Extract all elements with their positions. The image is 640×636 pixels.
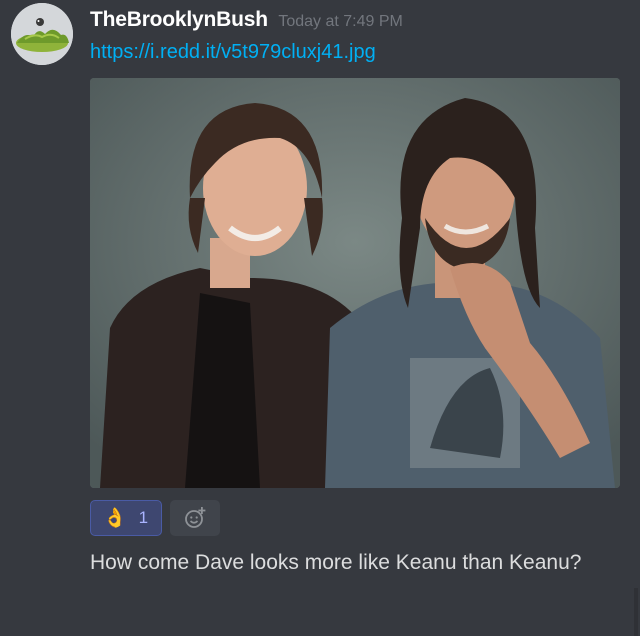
chat-message: TheBrooklynBush Today at 7:49 PM https:/… bbox=[0, 0, 640, 636]
reactions-bar: 👌 1 bbox=[90, 500, 220, 536]
avatar-icon bbox=[11, 3, 73, 65]
image-link[interactable]: https://i.redd.it/v5t979cluxj41.jpg bbox=[90, 41, 376, 64]
message-timestamp: Today at 7:49 PM bbox=[278, 13, 403, 30]
add-reaction-button[interactable] bbox=[170, 500, 220, 536]
username[interactable]: TheBrooklynBush bbox=[90, 8, 268, 31]
message-content: How come Dave looks more like Keanu than… bbox=[90, 551, 582, 574]
photo-image bbox=[90, 78, 620, 488]
image-embed[interactable] bbox=[90, 78, 620, 488]
reaction-ok-hand[interactable]: 👌 1 bbox=[90, 500, 162, 536]
ok-hand-icon: 👌 bbox=[103, 507, 127, 529]
message-header: TheBrooklynBush Today at 7:49 PM bbox=[90, 8, 403, 32]
reaction-count: 1 bbox=[138, 508, 149, 527]
add-reaction-icon bbox=[185, 507, 206, 528]
scrollbar[interactable] bbox=[634, 588, 638, 636]
user-avatar[interactable] bbox=[11, 3, 73, 65]
